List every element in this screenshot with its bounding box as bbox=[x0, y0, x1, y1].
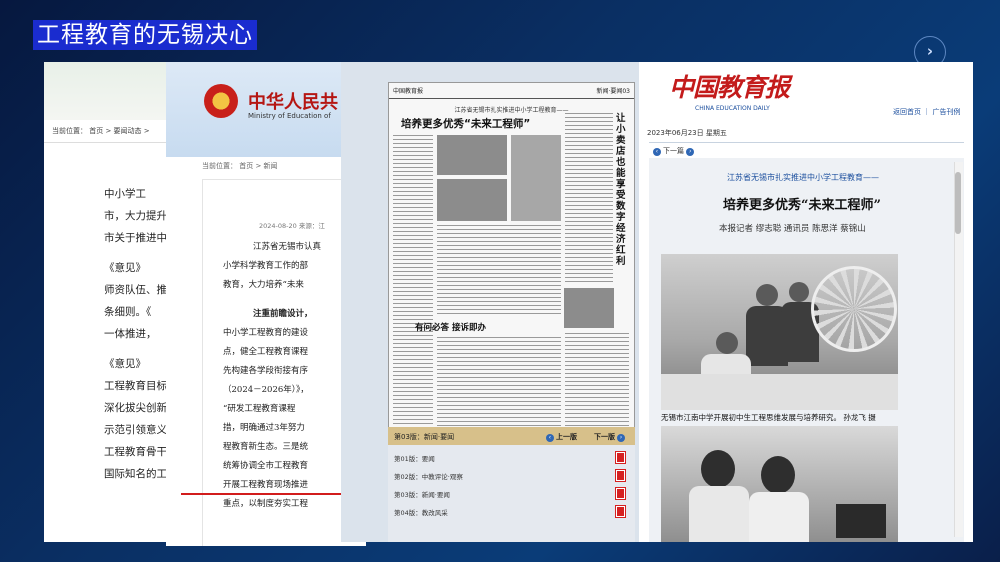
next-article-link[interactable]: ‹ 下一篇 › bbox=[653, 146, 696, 156]
text-column bbox=[565, 113, 613, 283]
newspaper-photo bbox=[511, 135, 561, 221]
page-link[interactable]: 第03版：新闻·要闻 bbox=[394, 489, 450, 499]
screenshot-panel-1: 当前位置： 首页 > 要闻动态 > 中小学工 市，大力提升 市关于推进中 《意见》师… bbox=[44, 62, 174, 542]
article-toolbar: ‹ 下一篇 › bbox=[649, 142, 964, 159]
newspaper-logo-subtitle: CHINA EDUCATION DAILY bbox=[695, 105, 770, 112]
article-content: 江苏省无锡市扎实推进中小学工程教育—— 培养更多优秀“未来工程师” 本报记者 缪… bbox=[649, 158, 964, 542]
page-link[interactable]: 第02版：中教评论·观察 bbox=[394, 471, 463, 481]
newspaper-photo bbox=[437, 179, 507, 221]
arrow-left-icon: ‹ bbox=[653, 148, 661, 156]
sub-headline: 有问必答 接诉即办 bbox=[415, 323, 486, 333]
red-underline bbox=[181, 493, 365, 495]
panel-1-banner bbox=[44, 62, 174, 120]
chevron-right-icon: › bbox=[926, 42, 934, 60]
page-link[interactable]: 第01版：要闻 bbox=[394, 453, 435, 463]
article-byline: 本报记者 缪志聪 通讯员 陈思洋 蔡锦山 bbox=[719, 224, 866, 234]
screenshot-panel-3: 中国教育报 新闻·要闻03 江苏省无锡市扎实推进中小学工程教育—— 培养更多优秀“… bbox=[341, 62, 973, 542]
side-headline: 让小卖店也能享受数字经济红利 bbox=[616, 113, 626, 267]
text-column bbox=[393, 135, 433, 435]
pdf-icon[interactable] bbox=[615, 469, 626, 482]
newspaper-photo bbox=[437, 135, 507, 175]
pdf-icon[interactable] bbox=[615, 505, 626, 518]
newspaper-masthead: 中国教育报 新闻·要闻03 bbox=[389, 83, 634, 99]
article-photo bbox=[661, 426, 898, 542]
pdf-icon[interactable] bbox=[615, 487, 626, 500]
newspaper-page[interactable]: 中国教育报 新闻·要闻03 江苏省无锡市扎实推进中小学工程教育—— 培养更多优秀“… bbox=[388, 82, 635, 441]
next-page-link[interactable]: 下一版 › bbox=[594, 432, 627, 442]
newspaper-photo bbox=[564, 288, 614, 328]
article-header: 中国教育报 CHINA EDUCATION DAILY 返回首页 ｜ 广告刊例 … bbox=[639, 62, 973, 150]
newspaper-viewer: 中国教育报 新闻·要闻03 江苏省无锡市扎实推进中小学工程教育—— 培养更多优秀“… bbox=[341, 62, 639, 542]
slide-title: 工程教育的无锡决心 bbox=[33, 20, 257, 50]
ministry-header: 中华人民共 Ministry of Education of bbox=[166, 62, 366, 157]
ministry-subtitle: Ministry of Education of bbox=[248, 112, 331, 120]
breadcrumb: 当前位置： 首页 > 新闻 bbox=[202, 162, 278, 170]
ministry-title: 中华人民共 bbox=[248, 92, 338, 113]
article-headline: 培养更多优秀“未来工程师” bbox=[723, 198, 881, 213]
text-column bbox=[437, 225, 561, 315]
article-text: 中小学工 市，大力提升 市关于推进中 《意见》 师资队伍、推 条细则。《 一体推进， 《意… bbox=[104, 188, 167, 480]
breadcrumb: 当前位置： 首页 > 要闻动态 > bbox=[44, 120, 174, 143]
text-column bbox=[565, 333, 629, 437]
prev-page-link[interactable]: ‹ 上一版 bbox=[546, 432, 577, 442]
page-list: 第01版：要闻 第02版：中教评论·观察 第03版：新闻·要闻 第04版：教改风… bbox=[388, 445, 635, 542]
pdf-icon[interactable] bbox=[615, 451, 626, 464]
arrow-right-icon: › bbox=[617, 434, 625, 442]
arrow-right-icon: › bbox=[686, 148, 695, 156]
photo-caption: 无锡市江南中学开展初中生工程思维发展与培养研究。 孙龙飞 摄 bbox=[661, 413, 876, 422]
issue-date: 2023年06月23日 星期五 bbox=[647, 129, 727, 137]
page-nav-bar: 第03版：新闻·要闻 ‹ 上一版 下一版 › bbox=[388, 427, 635, 445]
scrollbar-thumb[interactable] bbox=[955, 172, 961, 234]
page-link[interactable]: 第04版：教改风采 bbox=[394, 507, 448, 517]
arrow-left-icon: ‹ bbox=[546, 434, 554, 442]
article-photo bbox=[661, 254, 898, 410]
current-page-label: 第03版：新闻·要闻 bbox=[394, 433, 455, 441]
top-links[interactable]: 返回首页 ｜ 广告刊例 bbox=[893, 107, 960, 117]
newspaper-logo: 中国教育报 bbox=[669, 73, 790, 102]
national-emblem-icon bbox=[204, 84, 238, 118]
article-kicker: 江苏省无锡市扎实推进中小学工程教育—— bbox=[727, 173, 879, 182]
text-column bbox=[437, 337, 561, 437]
screenshot-panel-2: 中华人民共 Ministry of Education of 当前位置： 首页 … bbox=[166, 62, 366, 546]
